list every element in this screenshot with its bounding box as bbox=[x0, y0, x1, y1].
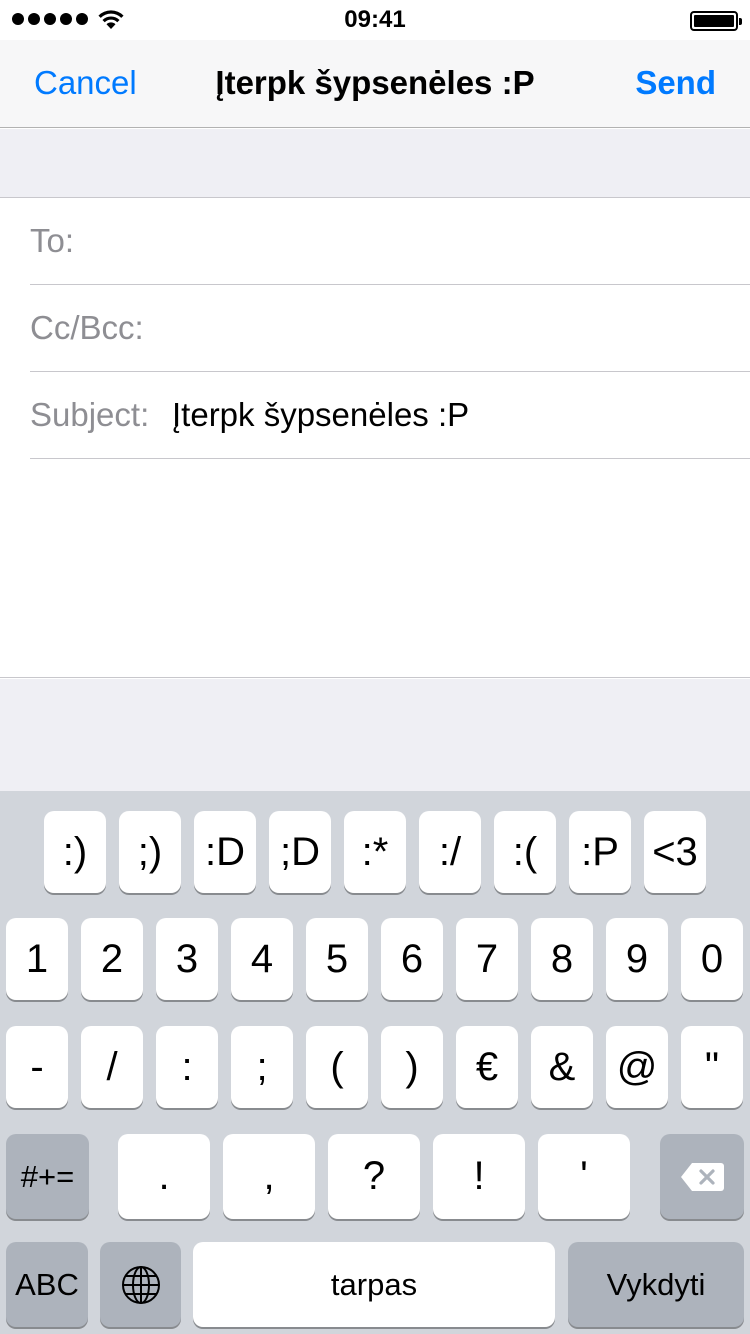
send-button[interactable]: Send bbox=[635, 64, 716, 102]
emoticon-key[interactable]: :P bbox=[569, 811, 631, 893]
globe-key[interactable] bbox=[100, 1242, 181, 1327]
symbol-key[interactable]: ) bbox=[381, 1026, 443, 1108]
symbol-key[interactable]: " bbox=[681, 1026, 743, 1108]
globe-icon bbox=[121, 1265, 160, 1304]
navigation-bar: Cancel Įterpk šypsenėles :P Send bbox=[0, 40, 750, 128]
header-separator-band bbox=[0, 129, 750, 198]
punctuation-key[interactable]: . bbox=[118, 1134, 210, 1219]
emoticon-key[interactable]: :/ bbox=[419, 811, 481, 893]
backspace-key[interactable] bbox=[660, 1134, 744, 1219]
punctuation-key[interactable]: ? bbox=[328, 1134, 420, 1219]
backspace-icon bbox=[681, 1162, 724, 1191]
digit-key[interactable]: 8 bbox=[531, 918, 593, 1000]
space-key[interactable]: tarpas bbox=[193, 1242, 555, 1327]
digit-key[interactable]: 0 bbox=[681, 918, 743, 1000]
subject-label: Subject: bbox=[30, 396, 150, 433]
return-key[interactable]: Vykdyti bbox=[568, 1242, 744, 1327]
keyboard-top-spacer bbox=[0, 679, 750, 791]
emoticon-key[interactable]: :* bbox=[344, 811, 406, 893]
digit-key[interactable]: 6 bbox=[381, 918, 443, 1000]
symbol-key[interactable]: & bbox=[531, 1026, 593, 1108]
more-symbols-key[interactable]: #+= bbox=[6, 1134, 89, 1219]
to-field[interactable]: To: bbox=[30, 198, 750, 285]
digit-key[interactable]: 9 bbox=[606, 918, 668, 1000]
emoticon-key[interactable]: ;) bbox=[119, 811, 181, 893]
symbol-key[interactable]: - bbox=[6, 1026, 68, 1108]
to-label: To: bbox=[30, 222, 75, 259]
subject-input[interactable]: Įterpk šypsenėles :P bbox=[172, 396, 469, 434]
emoticon-key[interactable]: ;D bbox=[269, 811, 331, 893]
symbol-key[interactable]: / bbox=[81, 1026, 143, 1108]
digit-key[interactable]: 2 bbox=[81, 918, 143, 1000]
cc-bcc-field[interactable]: Cc/Bcc: bbox=[30, 285, 750, 372]
emoticon-key[interactable]: :D bbox=[194, 811, 256, 893]
status-time: 09:41 bbox=[344, 6, 406, 33]
battery-icon bbox=[690, 11, 742, 31]
punctuation-key[interactable]: ! bbox=[433, 1134, 525, 1219]
punctuation-key[interactable]: , bbox=[223, 1134, 315, 1219]
status-bar: 09:41 bbox=[0, 0, 750, 40]
digit-key[interactable]: 3 bbox=[156, 918, 218, 1000]
digit-key[interactable]: 1 bbox=[6, 918, 68, 1000]
symbol-key[interactable]: @ bbox=[606, 1026, 668, 1108]
symbol-key[interactable]: ( bbox=[306, 1026, 368, 1108]
symbol-key[interactable]: : bbox=[156, 1026, 218, 1108]
digit-key[interactable]: 7 bbox=[456, 918, 518, 1000]
message-body[interactable] bbox=[0, 459, 750, 678]
symbol-key[interactable]: ; bbox=[231, 1026, 293, 1108]
emoticon-key[interactable]: :) bbox=[44, 811, 106, 893]
digit-key[interactable]: 5 bbox=[306, 918, 368, 1000]
punctuation-key[interactable]: ' bbox=[538, 1134, 630, 1219]
subject-field[interactable]: Subject: Įterpk šypsenėles :P bbox=[30, 372, 750, 459]
emoticon-key[interactable]: :( bbox=[494, 811, 556, 893]
symbol-key[interactable]: € bbox=[456, 1026, 518, 1108]
keyboard: :);):D ;D:*:/:(:P <3 1234567890 - /:;() € & @ "… bbox=[0, 791, 750, 1334]
cc-bcc-label: Cc/Bcc: bbox=[30, 309, 144, 346]
abc-key[interactable]: ABC bbox=[6, 1242, 88, 1327]
emoticon-key[interactable]: <3 bbox=[644, 811, 706, 893]
digit-key[interactable]: 4 bbox=[231, 918, 293, 1000]
